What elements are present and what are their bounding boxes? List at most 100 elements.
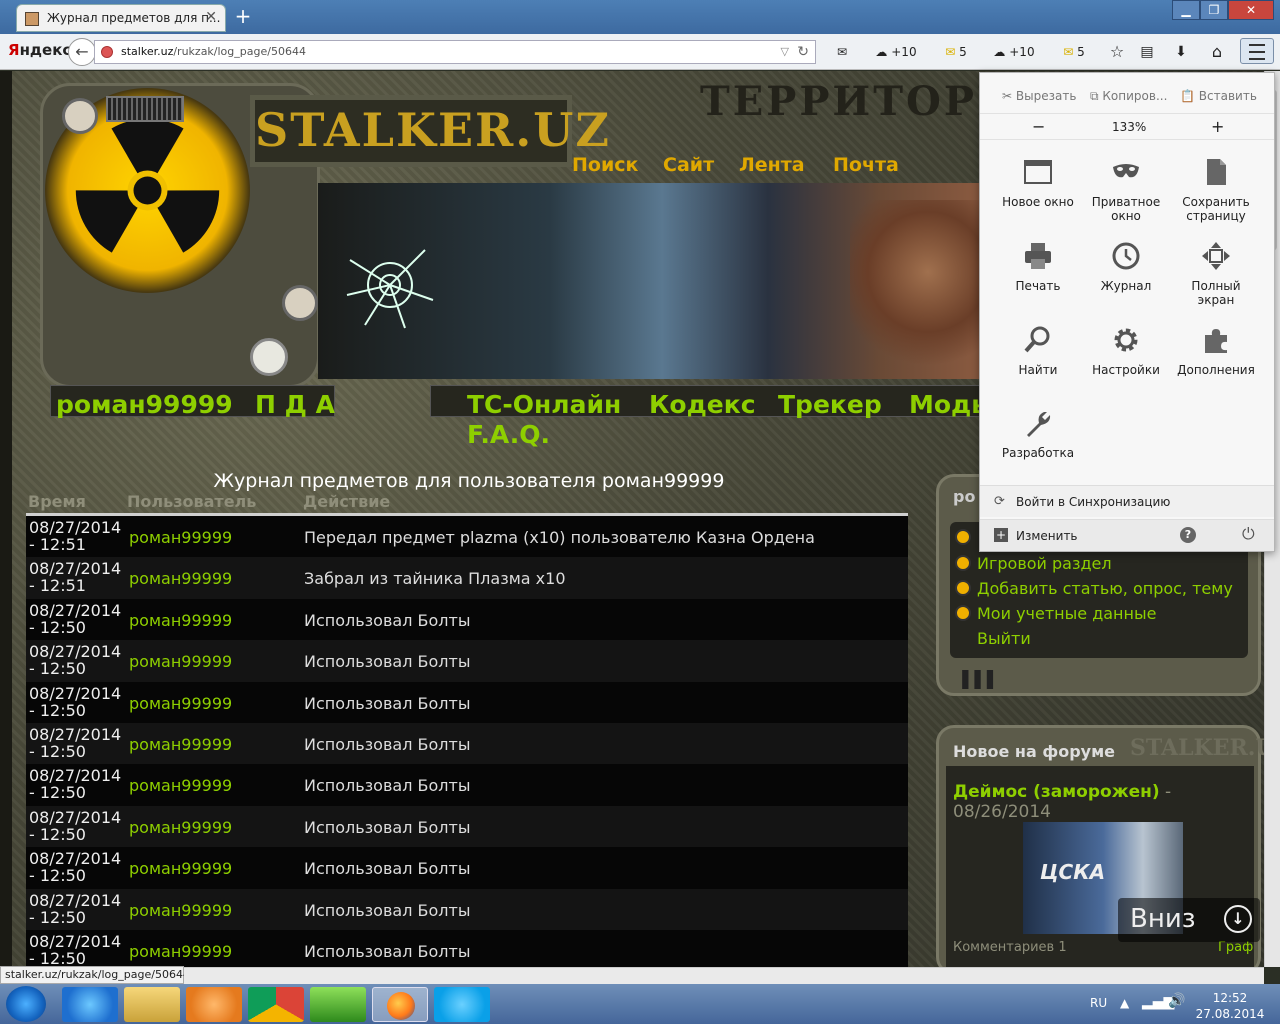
weather-widget[interactable]: ☁ +10 bbox=[872, 40, 920, 64]
browser-tab[interactable]: Журнал предметов для п... ✕ bbox=[16, 4, 226, 32]
row-action: Использовал Болты bbox=[304, 652, 471, 672]
table-row: 08/27/2014 - 12:50 роман99999 Использовал … bbox=[26, 847, 908, 889]
row-user-link[interactable]: роман99999 bbox=[129, 818, 232, 837]
nav-link-search[interactable]: Поиск bbox=[572, 154, 638, 176]
pda-link[interactable]: П Д А bbox=[255, 390, 335, 419]
firefox-menu-panel: ✂ Вырезать ⧉ Копиров... 📋 Вставить − 133… bbox=[979, 72, 1275, 552]
bookmark-star-icon[interactable]: ☆ bbox=[1106, 40, 1128, 64]
file-explorer-icon[interactable] bbox=[124, 987, 180, 1022]
row-user-link[interactable]: роман99999 bbox=[129, 942, 232, 961]
tray-expand-icon[interactable]: ▲ bbox=[1120, 996, 1129, 1010]
start-button[interactable] bbox=[6, 986, 46, 1022]
volume-icon[interactable]: 🔊 bbox=[1168, 993, 1185, 1009]
copy-button[interactable]: ⧉ Копиров... bbox=[1090, 89, 1167, 104]
addons-button[interactable]: Дополнения bbox=[1172, 363, 1260, 377]
forum-topic-link[interactable]: Деймос (заморожен) - bbox=[953, 782, 1171, 802]
table-row: 08/27/2014 - 12:50 роман99999 Использовал … bbox=[26, 598, 908, 641]
column-header-action: Действие bbox=[303, 492, 391, 511]
mail-counter-2[interactable]: ✉ 5 bbox=[1056, 40, 1092, 64]
author-link[interactable]: Граф bbox=[1218, 940, 1253, 955]
chrome-icon[interactable] bbox=[248, 987, 304, 1022]
speaker-grille bbox=[106, 96, 184, 122]
address-bar[interactable]: stalker.uz/rukzak/log_page/50644 ▽ ↻ bbox=[94, 40, 816, 64]
scissors-icon: ✂ bbox=[1002, 89, 1013, 103]
row-action: Использовал Болты bbox=[304, 900, 471, 920]
dropdown-history-icon[interactable]: ▽ bbox=[781, 41, 789, 63]
open-menu-button[interactable] bbox=[1240, 38, 1274, 64]
system-clock[interactable]: 12:52 27.08.2014 bbox=[1190, 990, 1270, 1022]
internet-explorer-icon[interactable] bbox=[62, 987, 118, 1022]
nav-link-ts-online[interactable]: ТС-Онлайн bbox=[467, 390, 621, 419]
zoom-in-button[interactable]: + bbox=[1211, 117, 1224, 136]
customize-button[interactable] bbox=[980, 520, 1180, 551]
sync-row[interactable]: ⟳ Войти в Синхронизацию bbox=[980, 485, 1274, 517]
minimize-window-button[interactable]: ▁ bbox=[1172, 0, 1200, 20]
paste-button[interactable]: 📋 Вставить bbox=[1180, 89, 1257, 103]
row-time: 08/27/2014 - 12:51 bbox=[29, 559, 122, 596]
mail-counter[interactable]: ✉ 5 bbox=[938, 40, 974, 64]
new-tab-button[interactable]: + bbox=[232, 6, 254, 28]
site-identity-icon[interactable] bbox=[101, 46, 113, 58]
close-tab-icon[interactable]: ✕ bbox=[205, 9, 217, 25]
row-user-link[interactable]: роман99999 bbox=[129, 611, 232, 630]
scroll-down-button[interactable]: Вниз ↓ bbox=[1118, 898, 1260, 942]
zoom-out-button[interactable]: − bbox=[1032, 117, 1045, 136]
gauge-icon bbox=[62, 98, 98, 134]
nav-link-mail[interactable]: Почта bbox=[833, 154, 899, 176]
row-user-link[interactable]: роман99999 bbox=[129, 528, 232, 547]
row-user-link[interactable]: роман99999 bbox=[129, 735, 232, 754]
row-user-link[interactable]: роман99999 bbox=[129, 901, 232, 920]
bookmarks-list-icon[interactable]: ▤ bbox=[1136, 40, 1158, 64]
site-logo[interactable]: STALKER.UZ bbox=[250, 95, 609, 167]
forum-topic-date: 08/26/2014 bbox=[953, 802, 1051, 822]
downloads-icon[interactable]: ⬇ bbox=[1170, 40, 1192, 64]
help-icon[interactable]: ? bbox=[1180, 527, 1196, 543]
firefox-taskbar-icon[interactable] bbox=[372, 987, 428, 1022]
nav-link-faq[interactable]: F.A.Q. bbox=[467, 420, 550, 449]
media-player-icon[interactable] bbox=[186, 987, 242, 1022]
row-user-link[interactable]: роман99999 bbox=[129, 694, 232, 713]
row-user-link[interactable]: роман99999 bbox=[129, 652, 232, 671]
nav-link-tracker[interactable]: Трекер bbox=[778, 390, 882, 419]
save-page-button[interactable]: Сохранить страницу bbox=[1172, 195, 1260, 223]
row-action: Передал предмет plazma (x10) пользовател… bbox=[304, 528, 815, 547]
row-user-link[interactable]: роман99999 bbox=[129, 859, 232, 878]
row-user-link[interactable]: роман99999 bbox=[129, 569, 232, 588]
yandex-logo[interactable]: Яндекс bbox=[8, 41, 71, 59]
private-window-button[interactable]: Приватное окно bbox=[1082, 195, 1170, 223]
user-profile-link[interactable]: роман99999 bbox=[56, 390, 233, 419]
customize-label: Изменить bbox=[1016, 529, 1078, 543]
developer-button[interactable]: Разработка bbox=[994, 446, 1082, 460]
horizontal-scrollbar[interactable] bbox=[184, 967, 1264, 984]
sidebar-item-game-section[interactable]: Игровой раздел bbox=[955, 554, 1112, 573]
nav-link-feed[interactable]: Лента bbox=[739, 154, 805, 176]
restore-window-button[interactable]: ❐ bbox=[1200, 0, 1228, 20]
new-window-button[interactable]: Новое окно bbox=[994, 195, 1082, 209]
row-user-link[interactable]: роман99999 bbox=[129, 776, 232, 795]
language-indicator[interactable]: RU bbox=[1090, 996, 1107, 1010]
close-window-button[interactable]: ✕ bbox=[1228, 0, 1274, 20]
back-button[interactable]: ← bbox=[68, 38, 96, 66]
print-button[interactable]: Печать bbox=[994, 279, 1082, 293]
reload-icon[interactable]: ↻ bbox=[797, 41, 809, 63]
history-button[interactable]: Журнал bbox=[1082, 279, 1170, 293]
weather-widget-2[interactable]: ☁ +10 bbox=[990, 40, 1038, 64]
skype-icon[interactable] bbox=[434, 987, 490, 1022]
forum-image-caption: ЦСКА bbox=[1040, 860, 1106, 884]
mail-envelope-icon[interactable]: ✉ bbox=[830, 40, 854, 64]
sidebar-item-hidden[interactable] bbox=[955, 528, 977, 547]
nav-link-site[interactable]: Сайт bbox=[663, 154, 714, 176]
table-row: 08/27/2014 - 12:50 роман99999 Использовал … bbox=[26, 764, 908, 806]
fullscreen-button[interactable]: Полный экран bbox=[1172, 279, 1260, 307]
sidebar-item-logout[interactable]: Выйти bbox=[955, 629, 1031, 648]
find-button[interactable]: Найти bbox=[994, 363, 1082, 377]
sidebar-item-add-article[interactable]: Добавить статью, опрос, тему bbox=[955, 579, 1233, 598]
green-a-app-icon[interactable] bbox=[310, 987, 366, 1022]
nav-link-codex[interactable]: Кодекс bbox=[649, 390, 756, 419]
settings-button[interactable]: Настройки bbox=[1082, 363, 1170, 377]
zoom-reset-button[interactable]: 133% bbox=[1112, 120, 1146, 134]
quit-power-icon[interactable]: ⏻ bbox=[1242, 524, 1255, 544]
home-icon[interactable]: ⌂ bbox=[1206, 40, 1228, 64]
cut-button[interactable]: ✂ Вырезать bbox=[1002, 89, 1076, 103]
sidebar-item-account[interactable]: Мои учетные данные bbox=[955, 604, 1156, 623]
